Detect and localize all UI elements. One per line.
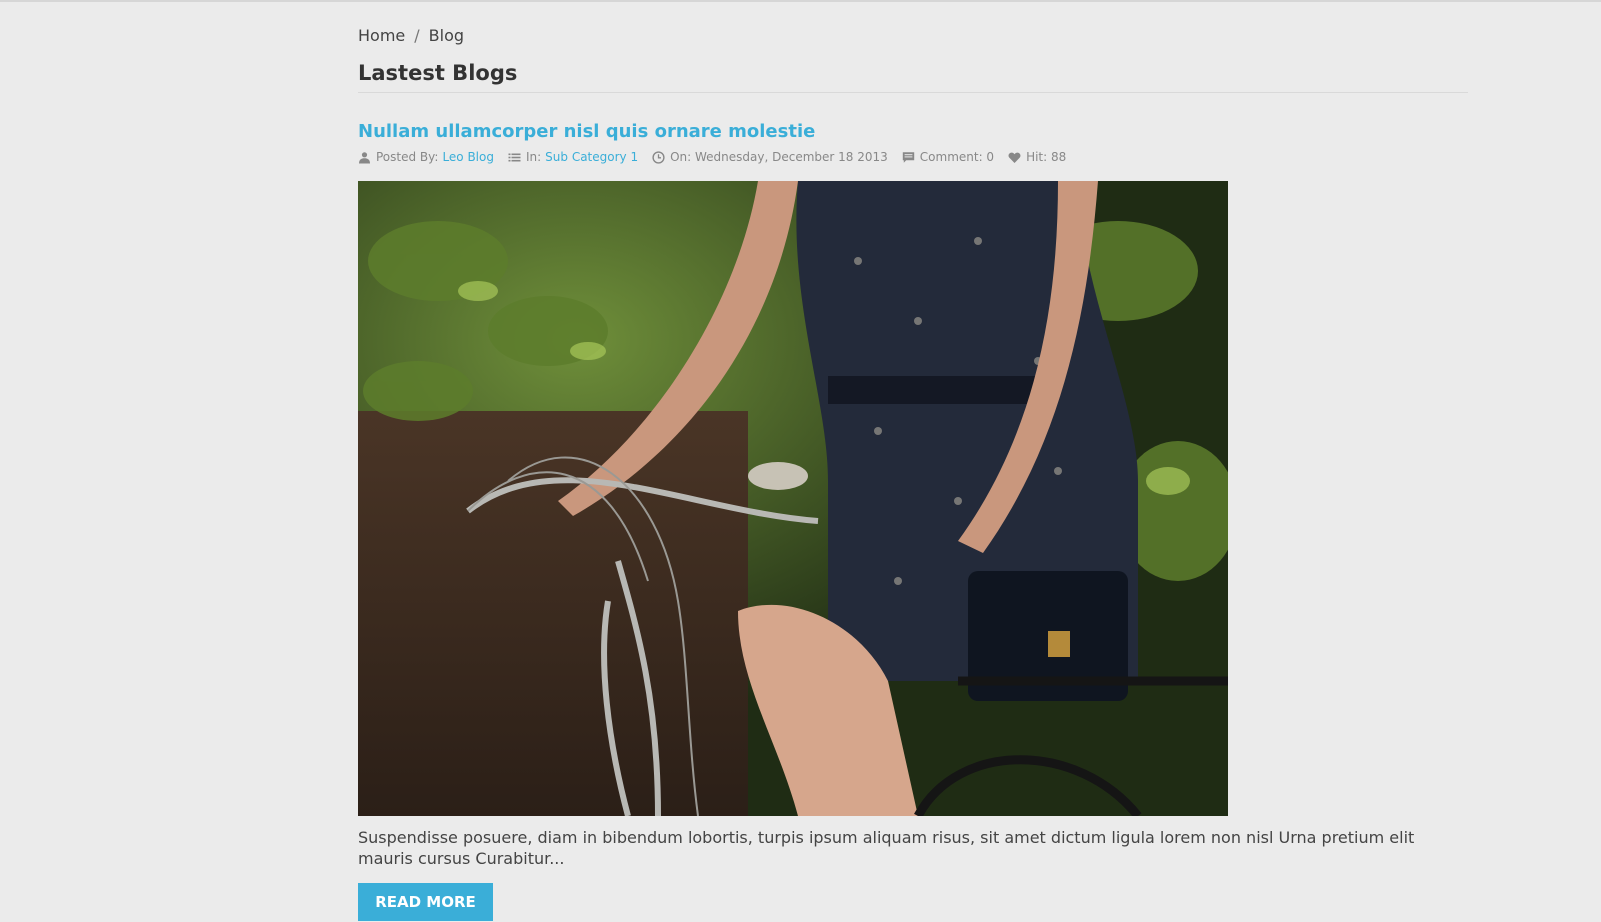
breadcrumb: Home / Blog (358, 26, 464, 45)
comment-icon (902, 151, 915, 164)
breadcrumb-current: Blog (428, 26, 465, 45)
meta-hits: Hit: 88 (1008, 150, 1066, 164)
post-title-link[interactable]: Nullam ullamcorper nisl quis ornare mole… (358, 121, 815, 142)
hit-count: Hit: 88 (1026, 150, 1067, 164)
breadcrumb-separator: / (414, 26, 420, 45)
post-image[interactable] (358, 181, 1228, 816)
heart-icon (1008, 151, 1021, 164)
posted-by-label: Posted By: (376, 150, 439, 164)
list-icon (508, 151, 521, 164)
post-date: On: Wednesday, December 18 2013 (670, 150, 888, 164)
top-border (0, 0, 1601, 2)
meta-category: In: Sub Category 1 (508, 150, 638, 164)
post-meta: Posted By: Leo Blog In: Sub Category 1 On:… (358, 150, 1080, 164)
page-title: Lastest Blogs (358, 61, 1468, 93)
comment-count: Comment: 0 (919, 150, 995, 164)
author-link[interactable]: Leo Blog (442, 150, 494, 164)
clock-icon (652, 150, 665, 164)
meta-comments: Comment: 0 (902, 150, 994, 164)
read-more-button[interactable]: READ MORE (358, 883, 493, 921)
post-excerpt: Suspendisse posuere, diam in bibendum lo… (358, 828, 1415, 868)
breadcrumb-home-link[interactable]: Home (358, 26, 405, 45)
bicycle-photo (358, 181, 1228, 816)
category-link[interactable]: Sub Category 1 (545, 150, 638, 164)
user-icon (358, 151, 371, 164)
meta-date: On: Wednesday, December 18 2013 (652, 150, 888, 164)
in-label: In: (525, 150, 542, 164)
meta-author: Posted By: Leo Blog (358, 150, 494, 164)
